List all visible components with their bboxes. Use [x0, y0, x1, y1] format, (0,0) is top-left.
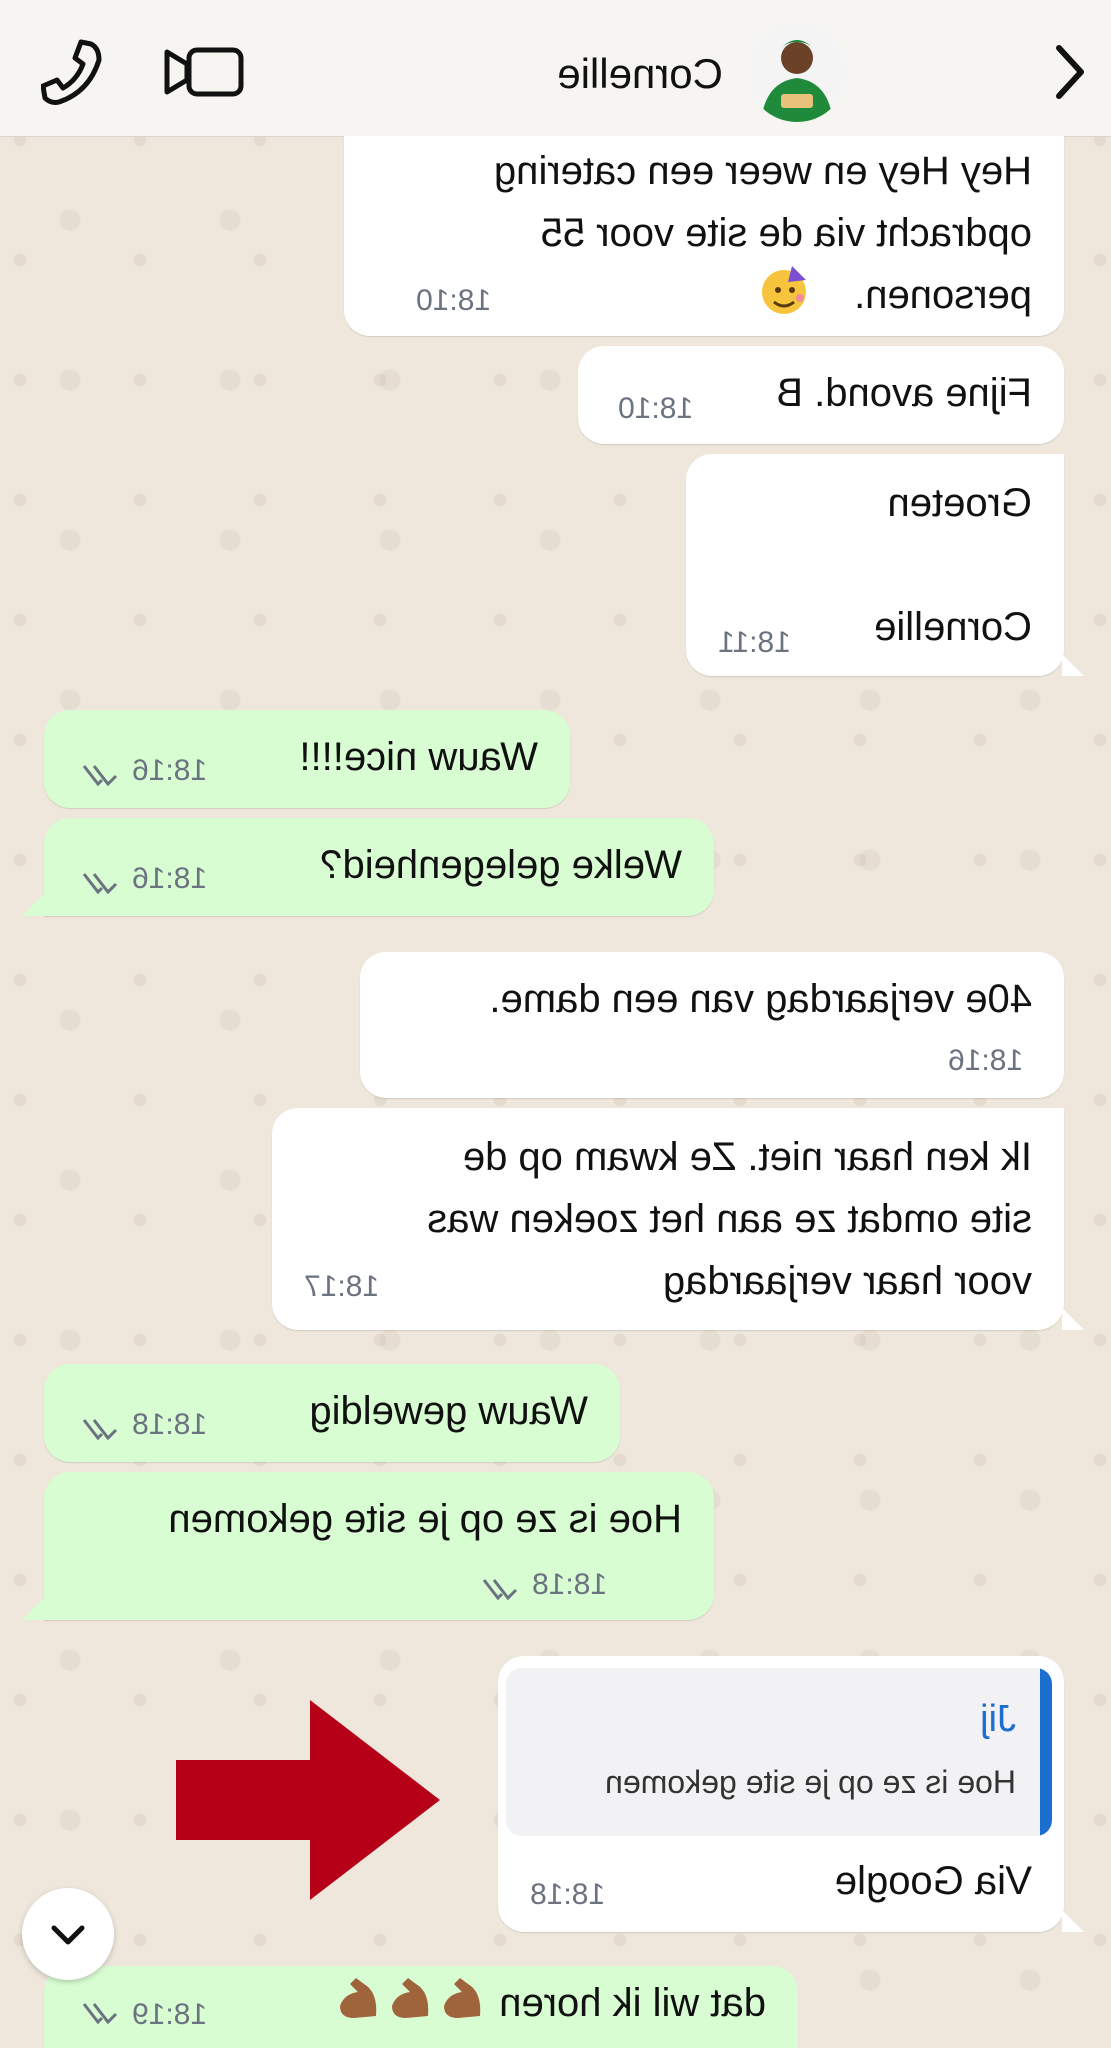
message-text: Hoe is ze op je site gekomen [168, 1497, 682, 1541]
partying-face-emoji [761, 266, 806, 314]
message-time: 18:19 [132, 1998, 208, 2031]
message-text: 40e verjaardag van een dame. [489, 977, 1032, 1021]
message-outgoing[interactable]: Hoe is ze op je site gekomen 18:18 [44, 1472, 714, 1620]
phone-icon [40, 39, 102, 105]
scroll-to-bottom-button[interactable] [22, 1888, 114, 1980]
quote-text: Hoe is ze op je site gekomen [605, 1764, 1016, 1800]
message-time: 18:18 [530, 1878, 606, 1911]
message-outgoing[interactable]: Wauw nice!!!! 18:16 [44, 710, 570, 808]
message-time: 18:10 [416, 284, 492, 317]
back-button[interactable] [1043, 42, 1093, 102]
read-ticks-icon [82, 1419, 118, 1441]
contact-avatar[interactable] [747, 22, 847, 122]
message-incoming[interactable]: Hey Hey en weer een catering opdracht vi… [344, 136, 1064, 336]
message-text: Wauw geweldig [309, 1389, 588, 1433]
message-text: Groeten Cornellie [874, 481, 1032, 649]
red-arrow-annotation [176, 1700, 440, 1900]
bubble-tail [1062, 1308, 1084, 1330]
chevron-left-icon [1056, 45, 1084, 99]
message-time: 18:16 [948, 1044, 1024, 1077]
quote-accent-bar [1040, 1668, 1052, 1836]
message-text: Hey Hey en weer een catering opdracht vi… [493, 149, 1032, 317]
message-time: 18:17 [304, 1270, 380, 1303]
message-text: dat wil ik horen [332, 1972, 766, 2034]
message-text: Ik ken haar niet. Ze kwam op de site omd… [427, 1135, 1032, 1303]
flexed-biceps-emoji [340, 1978, 377, 2018]
chat-header: Cornellie [0, 0, 1111, 137]
voice-call-button[interactable] [40, 38, 105, 108]
read-ticks-icon [82, 873, 118, 895]
message-incoming-reply[interactable]: Jij Hoe is ze op je site gekomen Via Goo… [498, 1656, 1064, 1932]
bubble-tail [22, 894, 44, 916]
bubble-tail [22, 1598, 44, 1620]
video-call-button[interactable] [161, 44, 245, 100]
message-incoming[interactable]: 40e verjaardag van een dame. 18:16 [360, 952, 1064, 1098]
message-incoming[interactable]: Groeten Cornellie 18:11 [686, 454, 1064, 676]
video-call-icon [164, 47, 244, 97]
mirrored-chat-view: Cornellie Hey Hey en weer een catering o… [0, 0, 1111, 2048]
read-ticks-icon [482, 1579, 518, 1601]
message-time: 18:18 [532, 1568, 608, 1601]
message-outgoing[interactable]: dat wil ik horen 18:19 [44, 1966, 798, 2048]
message-text: Welke gelegenheid? [320, 843, 682, 887]
quote-author: Jij [980, 1698, 1016, 1740]
bubble-tail [1062, 1910, 1084, 1932]
message-incoming[interactable]: Ik ken haar niet. Ze kwam op de site omd… [272, 1108, 1064, 1330]
bubble-tail [1062, 654, 1084, 676]
message-text: Fijne avond. B [776, 371, 1032, 415]
quoted-message[interactable]: Jij Hoe is ze op je site gekomen [506, 1668, 1052, 1836]
flexed-biceps-emoji [444, 1978, 481, 2018]
message-time: 18:18 [132, 1408, 208, 1441]
message-time: 18:11 [718, 626, 791, 659]
message-time: 18:10 [618, 392, 694, 425]
message-incoming[interactable]: Fijne avond. B 18:10 [578, 346, 1064, 444]
flexed-biceps-emoji [392, 1978, 429, 2018]
message-outgoing[interactable]: Wauw geweldig 18:18 [44, 1364, 620, 1462]
message-text: Wauw nice!!!! [299, 735, 538, 779]
message-text: Via Google [834, 1859, 1032, 1903]
read-ticks-icon [82, 2003, 118, 2025]
read-ticks-icon [82, 765, 118, 787]
message-outgoing[interactable]: Welke gelegenheid? 18:16 [44, 818, 714, 916]
message-time: 18:16 [132, 754, 208, 787]
message-time: 18:16 [132, 862, 208, 895]
contact-name[interactable]: Cornellie [557, 50, 723, 98]
chevron-down-icon [51, 1925, 85, 1945]
